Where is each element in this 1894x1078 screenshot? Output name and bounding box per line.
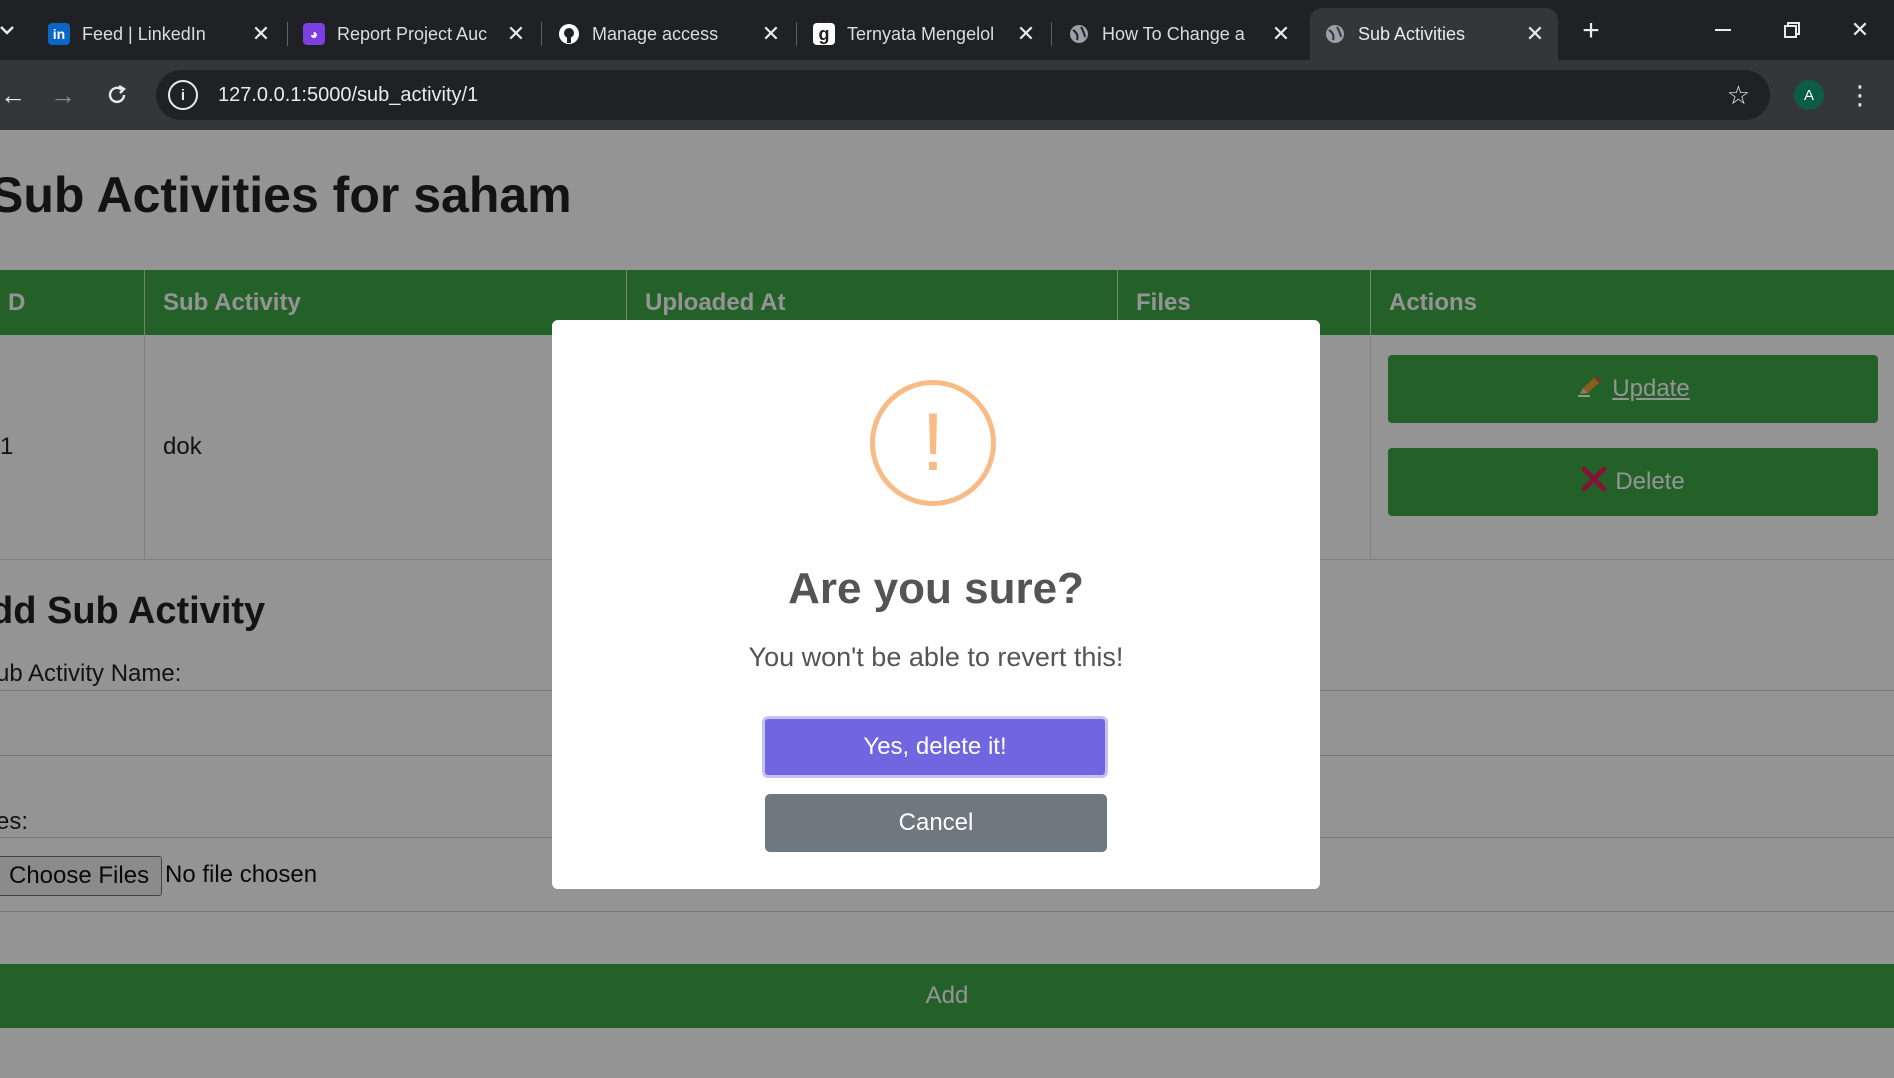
confirm-delete-dialog: ! Are you sure? You won't be able to rev… [552,320,1320,889]
site-info-icon[interactable]: i [168,80,198,110]
tab-separator [287,22,288,46]
report-app-icon: ◕ [303,23,325,45]
tab-report-project[interactable]: ◕ Report Project Auc ✕ [289,8,539,60]
tab-title: Report Project Auc [337,23,488,44]
dialog-message: You won't be able to revert this! [748,642,1124,672]
close-icon[interactable]: ✕ [1015,21,1037,46]
bookmark-star-icon[interactable]: ☆ [1727,80,1750,111]
close-icon[interactable]: ✕ [760,21,782,46]
linkedin-icon: in [48,23,70,45]
tab-title: Manage access [592,23,719,44]
reload-icon[interactable] [98,76,136,114]
tab-ternyata[interactable]: g Ternyata Mengelol ✕ [799,8,1049,60]
url-text[interactable]: 127.0.0.1:5000/sub_activity/1 [218,84,478,107]
forward-arrow-icon[interactable]: → [44,76,82,114]
tab-title: How To Change a [1102,23,1245,44]
github-icon [558,23,580,45]
profile-avatar[interactable]: A [1794,80,1824,110]
new-tab-plus-icon[interactable]: + [1574,14,1608,48]
cancel-button[interactable]: Cancel [765,794,1107,852]
tab-separator [796,22,797,46]
tab-sub-activities[interactable]: Sub Activities ✕ [1310,8,1558,60]
tab-linkedin[interactable]: in Feed | LinkedIn ✕ [34,8,284,60]
close-icon[interactable]: ✕ [1524,21,1546,46]
close-window-icon[interactable]: ✕ [1832,10,1888,50]
close-icon[interactable]: ✕ [250,21,272,46]
tab-title: Ternyata Mengelol [847,23,995,44]
restore-window-icon[interactable] [1764,10,1820,50]
tab-manage-access[interactable]: Manage access ✕ [544,8,794,60]
back-arrow-icon[interactable]: ← [0,76,32,114]
browser-tab-bar: in Feed | LinkedIn ✕ ◕ Report Project Au… [0,0,1894,60]
minimize-window-icon[interactable] [1696,10,1752,50]
browser-toolbar: ← → i 127.0.0.1:5000/sub_activity/1 ☆ A … [0,60,1894,130]
globe-icon [1324,23,1346,45]
warning-icon: ! [870,380,996,506]
menu-kebab-icon[interactable]: ⋮ [1847,78,1873,112]
tab-separator [541,22,542,46]
tab-separator [1051,22,1052,46]
tab-title: Feed | LinkedIn [82,23,206,44]
dialog-title: Are you sure? [788,564,1084,613]
tab-how-to-change[interactable]: How To Change a ✕ [1054,8,1304,60]
tab-search-chevron-icon[interactable] [0,16,18,44]
confirm-delete-button[interactable]: Yes, delete it! [762,716,1108,778]
tab-title: Sub Activities [1358,23,1466,44]
address-bar[interactable]: i 127.0.0.1:5000/sub_activity/1 ☆ [156,70,1770,120]
globe-icon [1068,23,1090,45]
page-content: Sub Activities for saham D Sub Activity … [0,130,1894,1078]
g-icon: g [813,23,835,45]
close-icon[interactable]: ✕ [505,21,527,46]
close-icon[interactable]: ✕ [1270,21,1292,46]
